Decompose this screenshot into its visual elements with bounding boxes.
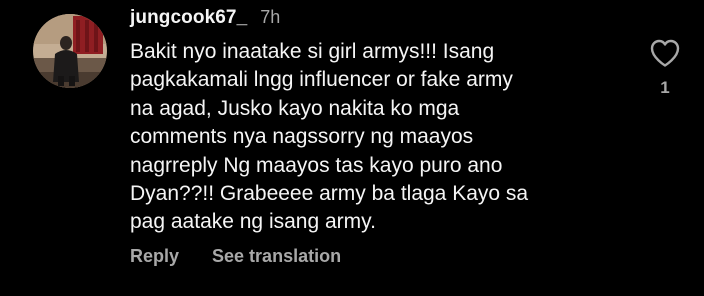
see-translation-button[interactable]: See translation [212,246,341,267]
avatar-photo [33,14,107,88]
heart-outline-icon [650,39,680,67]
like-count: 1 [660,78,670,97]
like-section: 1 [647,38,683,98]
comment-actions: Reply See translation [130,246,341,267]
comment-text: Bakit nyo inaatake si girl armys!!! Isan… [130,40,529,234]
like-button[interactable] [649,38,681,68]
comment-header: jungcook67_ 7h [130,7,280,31]
reply-button[interactable]: Reply [130,246,179,267]
timestamp: 7h [260,7,281,27]
username[interactable]: jungcook67_ [130,7,247,29]
avatar[interactable] [33,14,107,88]
comment: jungcook67_ 7h Bakit nyo inaatake si gir… [0,0,704,296]
